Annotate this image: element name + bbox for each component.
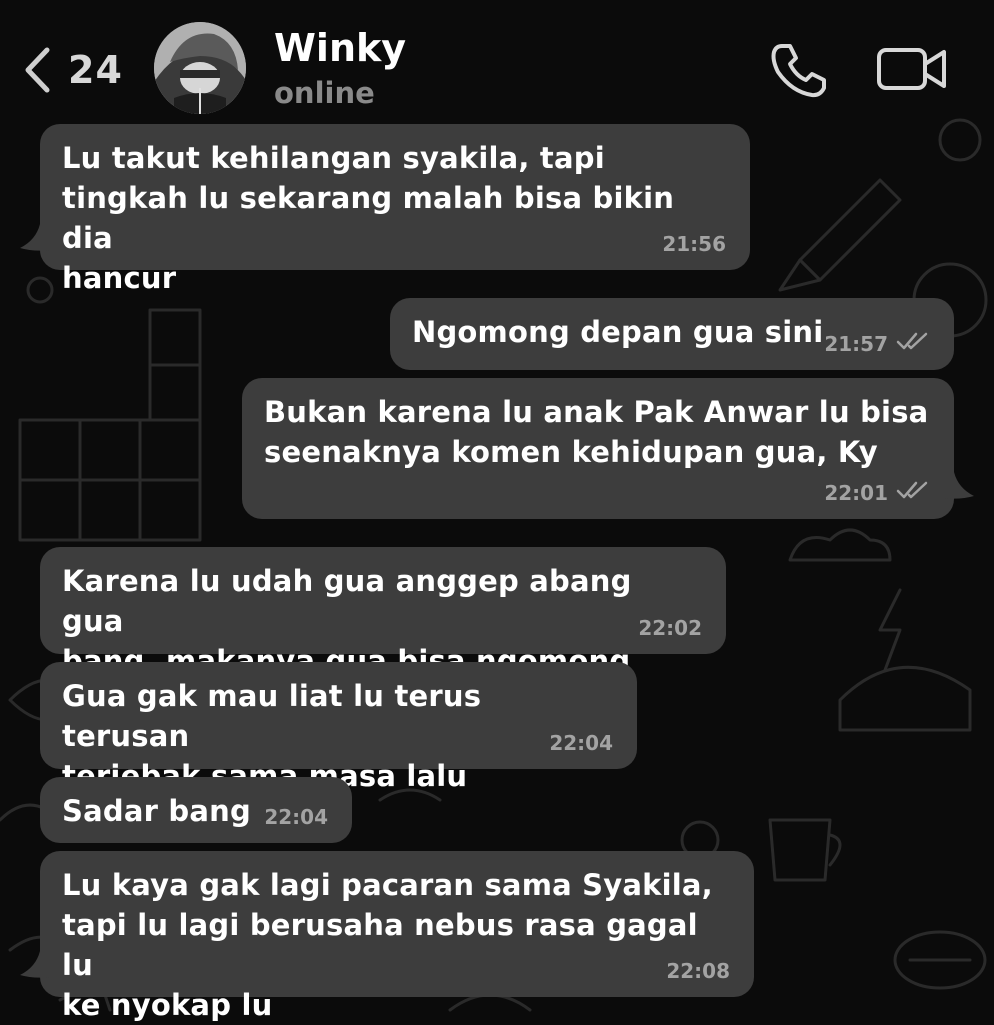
message-meta: 22:08 xyxy=(666,959,730,983)
phone-icon xyxy=(768,44,828,104)
double-check-icon xyxy=(888,480,930,505)
message-meta: 22:04 xyxy=(549,731,613,755)
message-time: 22:08 xyxy=(666,959,730,983)
message-meta: 22:02 xyxy=(638,616,702,640)
message-meta: 21:57 xyxy=(824,331,930,356)
video-camera-icon xyxy=(876,48,948,100)
message-incoming[interactable]: Lu kaya gak lagi pacaran sama Syakila, t… xyxy=(40,851,754,1022)
message-text: Lu kaya gak lagi pacaran sama Syakila, t… xyxy=(62,868,713,1022)
message-incoming[interactable]: Gua gak mau liat lu terus terusan terjeb… xyxy=(40,662,637,793)
contact-avatar[interactable] xyxy=(154,22,246,114)
message-outgoing[interactable]: Ngomong depan gua sini 21:57 xyxy=(390,298,954,370)
back-button[interactable]: 24 xyxy=(22,40,123,100)
contact-name[interactable]: Winky xyxy=(274,26,406,70)
chat-header: 24 Winky online xyxy=(0,0,994,118)
chevron-left-icon xyxy=(22,46,52,94)
contact-status: online xyxy=(274,76,375,110)
message-meta: 22:01 xyxy=(824,480,930,505)
message-incoming[interactable]: Karena lu udah gua anggep abang gua bang… xyxy=(40,547,726,678)
message-meta: 21:56 xyxy=(662,232,726,256)
message-outgoing[interactable]: Bukan karena lu anak Pak Anwar lu bisa s… xyxy=(242,378,954,519)
double-check-icon xyxy=(888,331,930,356)
message-time: 22:02 xyxy=(638,616,702,640)
message-time: 21:56 xyxy=(662,232,726,256)
voice-call-button[interactable] xyxy=(768,40,828,100)
bubble-tail xyxy=(20,224,50,251)
message-incoming[interactable]: Sadar bang 22:04 xyxy=(40,777,352,843)
message-time: 22:04 xyxy=(264,805,328,829)
bubble-tail xyxy=(20,951,50,978)
message-time: 22:04 xyxy=(549,731,613,755)
message-text: Bukan karena lu anak Pak Anwar lu bisa s… xyxy=(264,395,929,469)
bubble-tail xyxy=(944,472,974,499)
message-time: 21:57 xyxy=(824,331,888,356)
video-call-button[interactable] xyxy=(876,42,948,96)
message-text: Lu takut kehilangan syakila, tapi tingka… xyxy=(62,141,675,295)
unread-count: 24 xyxy=(68,48,123,92)
avatar-image xyxy=(154,22,246,114)
message-meta: 22:04 xyxy=(264,805,328,829)
message-incoming[interactable]: Lu takut kehilangan syakila, tapi tingka… xyxy=(40,124,750,295)
message-time: 22:01 xyxy=(824,480,888,505)
